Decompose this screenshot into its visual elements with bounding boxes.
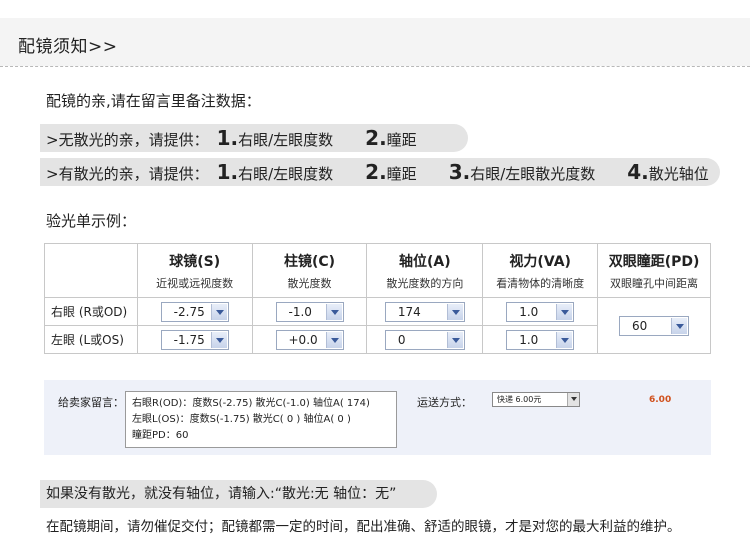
shipping-price: 6.00 (649, 395, 672, 405)
cylinder-select-right[interactable]: -1.0 (275, 301, 344, 322)
step-4: 4.散光轴位 (627, 160, 709, 184)
message-textarea[interactable]: 右眼R(OD)：度数S(-2.75) 散光C(-1.0) 轴位A( 174) 左… (125, 391, 397, 448)
chevron-down-icon (556, 331, 573, 348)
sphere-select-left[interactable]: -1.75 (160, 329, 229, 350)
column-header-pd: 双眼瞳距(PD) 双眼瞳孔中间距离 (597, 243, 711, 298)
acuity-select-right[interactable]: 1.0 (506, 301, 575, 322)
chevron-down-icon (210, 331, 227, 348)
chevron-down-icon (325, 303, 342, 320)
chevron-down-icon (446, 303, 463, 320)
sphere-select-right[interactable]: -2.75 (160, 301, 229, 322)
step-3: 3.右眼/左眼散光度数 (448, 160, 596, 184)
sample-title: 验光单示例： (46, 212, 137, 230)
row-label-left-eye: 左眼 (L或OS) (44, 325, 138, 354)
step-2: 2.瞳距 (365, 126, 417, 150)
section-title: 配镜须知>> (18, 37, 118, 57)
header-divider (0, 66, 750, 67)
intro-text: 配镜的亲,请在留言里备注数据： (46, 92, 261, 110)
chevron-down-icon (671, 317, 688, 334)
no-astigmatism-prefix: >无散光的亲，请提供： (46, 131, 209, 149)
chevron-down-icon (325, 331, 342, 348)
astigmatism-instructions: >有散光的亲，请提供： 1.右眼/左眼度数 2.瞳距 3.右眼/左眼散光度数 4.散光轴… (40, 158, 720, 186)
column-header-sphere: 球镜(S) 近视或远视度数 (136, 243, 253, 298)
cylinder-select-left[interactable]: +0.0 (275, 329, 344, 350)
step-1: 1.右眼/左眼度数 (216, 126, 334, 150)
column-header-axis: 轴位(A) 散光度数的方向 (366, 243, 484, 298)
message-label: 给卖家留言： (58, 396, 124, 409)
pd-select[interactable]: 60 (619, 315, 690, 336)
order-message-panel: 给卖家留言： 右眼R(OD)：度数S(-2.75) 散光C(-1.0) 轴位A(… (44, 380, 711, 455)
table-corner (44, 243, 138, 298)
no-astigmatism-instructions: >无散光的亲，请提供： 1.右眼/左眼度数 2.瞳距 (40, 124, 468, 152)
row-label-right-eye: 右眼 (R或OD) (44, 297, 138, 326)
axis-select-right[interactable]: 174 (384, 301, 465, 322)
message-line: 左眼L(OS)：度数S(-1.75) 散光C( 0 ) 轴位A( 0 ) (132, 414, 351, 425)
astigmatism-prefix: >有散光的亲，请提供： (46, 165, 209, 183)
table-row: 右眼 (R或OD) -2.75 -1.0 174 1.0 60 (44, 297, 711, 354)
column-header-cylinder: 柱镜(C) 散光度数 (251, 243, 368, 298)
table-header-row: 球镜(S) 近视或远视度数 柱镜(C) 散光度数 轴位(A) 散光度数的方向 视力(V… (44, 243, 711, 298)
message-line: 右眼R(OD)：度数S(-2.75) 散光C(-1.0) 轴位A( 174) (132, 398, 370, 409)
no-astigmatism-note: 如果没有散光，就没有轴位，请输入:“散光:无 轴位：无” (40, 480, 437, 508)
step-1: 1.右眼/左眼度数 (216, 160, 334, 184)
prescription-table: 球镜(S) 近视或远视度数 柱镜(C) 散光度数 轴位(A) 散光度数的方向 视力(V… (44, 243, 711, 354)
message-line: 瞳距PD：60 (132, 430, 189, 441)
chevron-down-icon (567, 393, 579, 406)
chevron-down-icon (446, 331, 463, 348)
column-header-acuity: 视力(VA) 看清物体的清晰度 (482, 243, 599, 298)
chevron-down-icon (210, 303, 227, 320)
section-header: 配镜须知>> (0, 18, 750, 66)
chevron-down-icon (556, 303, 573, 320)
step-2: 2.瞳距 (365, 160, 417, 184)
shipping-label: 运送方式： (417, 396, 472, 409)
shipping-select[interactable]: 快递 6.00元 (492, 392, 580, 407)
acuity-select-left[interactable]: 1.0 (506, 329, 575, 350)
axis-select-left[interactable]: 0 (384, 329, 465, 350)
footer-note: 在配镜期间，请勿催促交付；配镜都需一定的时间，配出准确、舒适的眼镜，才是对您的最… (46, 519, 681, 535)
